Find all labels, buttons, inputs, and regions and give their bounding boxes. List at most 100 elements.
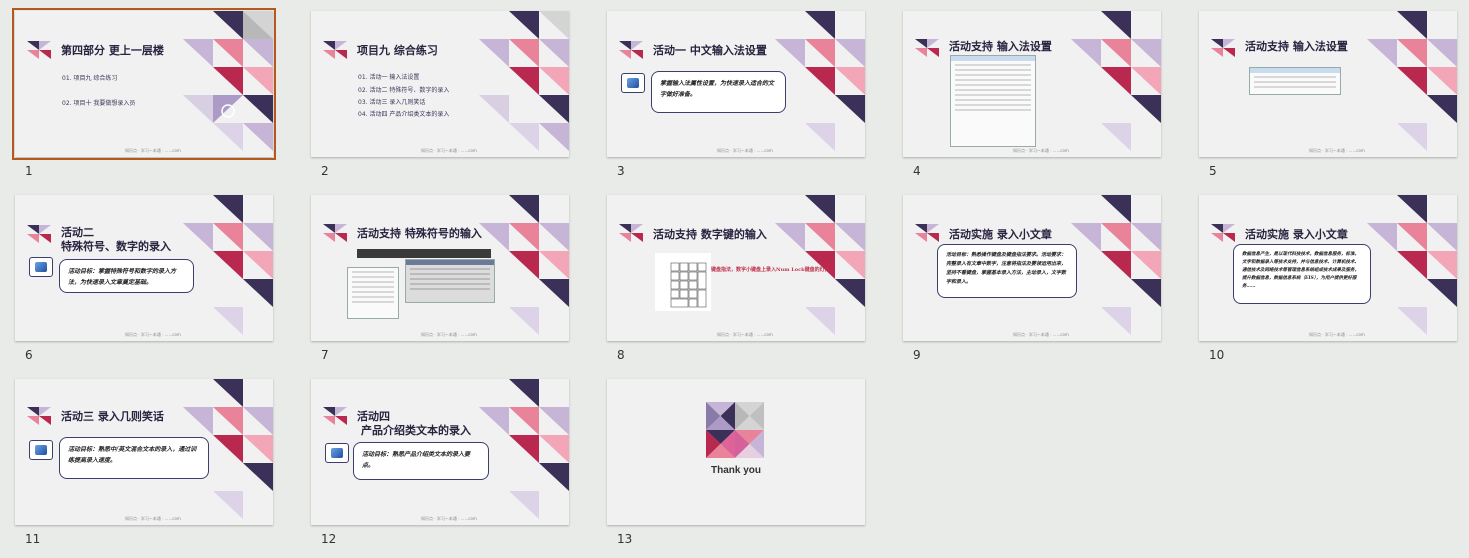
slide-title: 活动一 中文输入法设置 <box>653 44 767 57</box>
slide-line: 04. 活动四 产品介绍类文本的录入 <box>358 111 450 118</box>
triangle-mosaic-icon <box>479 11 569 151</box>
slide-thumbnail-2[interactable]: 项目九 综合练习 01. 活动一 输入法设置 02. 活动二 特殊符号、数字的录… <box>311 11 569 178</box>
slide-thumbnail-11[interactable]: 活动三 录入几则笑话 活动目标：熟悉中/英文混合文本的录入，通过训练提高录入速度… <box>15 379 273 546</box>
slide-footer: 知识点 · 学习一本通 · ......com <box>717 148 773 153</box>
slide-5-canvas[interactable]: 活动支持 输入法设置 知识点 · 学习一本通 · ......com <box>1199 11 1457 157</box>
slide-2-canvas[interactable]: 项目九 综合练习 01. 活动一 输入法设置 02. 活动二 特殊符号、数字的录… <box>311 11 569 157</box>
slide-footer: 知识点 · 学习一本通 · ......com <box>125 148 181 153</box>
slide-number: 5 <box>1209 164 1217 178</box>
slide-footer: 知识点 · 学习一本通 · ......com <box>1013 332 1069 337</box>
slide-title: 活动支持 输入法设置 <box>949 40 1052 53</box>
slide-number: 8 <box>617 348 625 362</box>
computer-icon <box>621 73 645 93</box>
computer-icon <box>325 443 349 463</box>
slide-title-line-2: 特殊符号、数字的录入 <box>61 240 171 253</box>
slide-thumbnail-3[interactable]: 活动一 中文输入法设置 掌握输入法属性设置，为快速录入适合的文字做好准备。 知识… <box>607 11 865 178</box>
slide-thumbnail-1[interactable]: 第四部分 更上一层楼 01. 项目九 综合练习 02. 项目十 我要做想录入员 … <box>12 8 276 178</box>
section-logo-icon <box>915 39 939 57</box>
slide-11-canvas[interactable]: 活动三 录入几则笑话 活动目标：熟悉中/英文混合文本的录入，通过训练提高录入速度… <box>15 379 273 525</box>
slide-textbox: 活动目标：熟悉产品介绍类文本的录入要点。 <box>353 442 489 480</box>
slide-thumbnail-4[interactable]: 活动支持 输入法设置 知识点 · 学习一本通 · ......com 4 <box>903 11 1161 178</box>
triangle-mosaic-icon <box>479 379 569 519</box>
section-logo-icon <box>27 407 51 425</box>
slide-footer: 知识点 · 学习一本通 · ......com <box>1309 148 1365 153</box>
slide-line: 01. 活动一 输入法设置 <box>358 74 420 81</box>
slide-thumbnail-13[interactable]: Thank you 13 <box>607 379 865 546</box>
settings-dialog-image <box>1249 67 1341 95</box>
slide-title: 活动实施 录入小文章 <box>949 228 1052 241</box>
slide-thumbnail-8[interactable]: 活动支持 数字键的输入 键盘指法，数字小键盘上录入Num Lock键盘的灯亮。 … <box>607 195 865 362</box>
section-logo-icon <box>1211 39 1235 57</box>
slide-1-canvas[interactable]: 第四部分 更上一层楼 01. 项目九 综合练习 02. 项目十 我要做想录入员 … <box>12 8 276 160</box>
computer-icon <box>29 257 53 277</box>
triangle-mosaic-icon <box>183 11 273 151</box>
triangle-logo-icon <box>706 402 764 458</box>
slide-textbox: 数据信息产生，是以现代科技技术，数据信息服务，标准，文字和数据录入等技术支持，并… <box>1233 244 1371 304</box>
slide-thumbnail-9[interactable]: 活动实施 录入小文章 活动目标：熟悉操作键盘及键盘指法要求。活动要求：完整录入有… <box>903 195 1161 362</box>
slide-number: 4 <box>913 164 921 178</box>
slide-title: 活动实施 录入小文章 <box>1245 228 1348 241</box>
slide-footer: 知识点 · 学习一本通 · ......com <box>125 516 181 521</box>
slide-8-canvas[interactable]: 活动支持 数字键的输入 键盘指法，数字小键盘上录入Num Lock键盘的灯亮。 … <box>607 195 865 341</box>
section-logo-icon <box>27 225 51 243</box>
triangle-mosaic-icon <box>1071 11 1161 151</box>
slide-title: 活动支持 输入法设置 <box>1245 40 1348 53</box>
slide-number: 11 <box>25 532 41 546</box>
slide-10-canvas[interactable]: 活动实施 录入小文章 数据信息产生，是以现代科技技术，数据信息服务，标准，文字和… <box>1199 195 1457 341</box>
soft-keyboard-image <box>405 259 495 303</box>
slide-4-canvas[interactable]: 活动支持 输入法设置 知识点 · 学习一本通 · ......com <box>903 11 1161 157</box>
thank-you-text: Thank you <box>710 465 761 476</box>
slide-number: 6 <box>25 348 33 362</box>
slide-number: 7 <box>321 348 329 362</box>
triangle-mosaic-icon <box>183 195 273 335</box>
slide-number: 13 <box>617 532 633 546</box>
slide-number: 10 <box>1209 348 1225 362</box>
slide-thumbnail-10[interactable]: 活动实施 录入小文章 数据信息产生，是以现代科技技术，数据信息服务，标准，文字和… <box>1199 195 1457 362</box>
slide-9-canvas[interactable]: 活动实施 录入小文章 活动目标：熟悉操作键盘及键盘指法要求。活动要求：完整录入有… <box>903 195 1161 341</box>
slide-line: 02. 活动二 特殊符号、数字的录入 <box>358 87 450 94</box>
triangle-mosaic-icon <box>775 11 865 151</box>
triangle-mosaic-icon <box>1367 195 1457 335</box>
section-logo-icon <box>915 224 939 242</box>
section-logo-icon <box>323 224 347 242</box>
slide-thumbnail-6[interactable]: 活动二 特殊符号、数字的录入 活动目标：掌握特殊符号和数字的录入方法，为快速录入… <box>15 195 273 362</box>
slide-number: 12 <box>321 532 337 546</box>
section-logo-icon <box>323 407 347 425</box>
slide-title-line-2: 产品介绍类文本的录入 <box>361 424 471 437</box>
slide-title: 第四部分 更上一层楼 <box>61 44 164 57</box>
section-logo-icon <box>27 41 51 59</box>
slide-title: 活动支持 数字键的输入 <box>653 228 767 241</box>
slide-line: 02. 项目十 我要做想录入员 <box>62 100 136 107</box>
slide-12-canvas[interactable]: 活动四 产品介绍类文本的录入 活动目标：熟悉产品介绍类文本的录入要点。 知识点 … <box>311 379 569 525</box>
slide-line: 01. 项目九 综合练习 <box>62 75 118 82</box>
slide-thumbnail-12[interactable]: 活动四 产品介绍类文本的录入 活动目标：熟悉产品介绍类文本的录入要点。 知识点 … <box>311 379 569 546</box>
symbol-menu-image <box>347 267 399 319</box>
section-logo-icon <box>323 41 347 59</box>
slide-3-canvas[interactable]: 活动一 中文输入法设置 掌握输入法属性设置，为快速录入适合的文字做好准备。 知识… <box>607 11 865 157</box>
slide-title: 活动支持 特殊符号的输入 <box>357 227 482 240</box>
slide-textbox: 掌握输入法属性设置，为快速录入适合的文字做好准备。 <box>651 71 786 113</box>
slide-thumbnail-7[interactable]: 活动支持 特殊符号的输入 知识点 · 学习一本通 · ......com 7 <box>311 195 569 362</box>
slide-title: 活动三 录入几则笑话 <box>61 410 164 423</box>
slide-footer: 知识点 · 学习一本通 · ......com <box>125 332 181 337</box>
slide-textbox: 活动目标：熟悉中/英文混合文本的录入，通过训练提高录入速度。 <box>59 437 209 479</box>
slide-textbox: 活动目标：掌握特殊符号和数字的录入方法，为快速录入文章奠定基础。 <box>59 259 194 293</box>
slide-number: 3 <box>617 164 625 178</box>
slide-footer: 知识点 · 学习一本通 · ......com <box>421 332 477 337</box>
slide-7-canvas[interactable]: 活动支持 特殊符号的输入 知识点 · 学习一本通 · ......com <box>311 195 569 341</box>
slide-number: 9 <box>913 348 921 362</box>
slide-13-canvas[interactable]: Thank you <box>607 379 865 525</box>
toolbar-strip-image <box>357 249 491 258</box>
slide-number: 2 <box>321 164 329 178</box>
slide-line: 03. 活动三 录入几则笑话 <box>358 99 426 106</box>
section-logo-icon <box>619 41 643 59</box>
slide-6-canvas[interactable]: 活动二 特殊符号、数字的录入 活动目标：掌握特殊符号和数字的录入方法，为快速录入… <box>15 195 273 341</box>
keypad-note: 键盘指法，数字小键盘上录入Num Lock键盘的灯亮。 <box>711 267 835 273</box>
slide-footer: 知识点 · 学习一本通 · ......com <box>1309 332 1365 337</box>
slide-thumbnail-5[interactable]: 活动支持 输入法设置 知识点 · 学习一本通 · ......com 5 <box>1199 11 1457 178</box>
numeric-keypad-image <box>655 253 711 311</box>
computer-icon <box>29 440 53 460</box>
slide-footer: 知识点 · 学习一本通 · ......com <box>421 516 477 521</box>
slide-footer: 知识点 · 学习一本通 · ......com <box>717 332 773 337</box>
slide-textbox: 活动目标：熟悉操作键盘及键盘指法要求。活动要求：完整录入有文章中数字，注意将指法… <box>937 244 1077 298</box>
